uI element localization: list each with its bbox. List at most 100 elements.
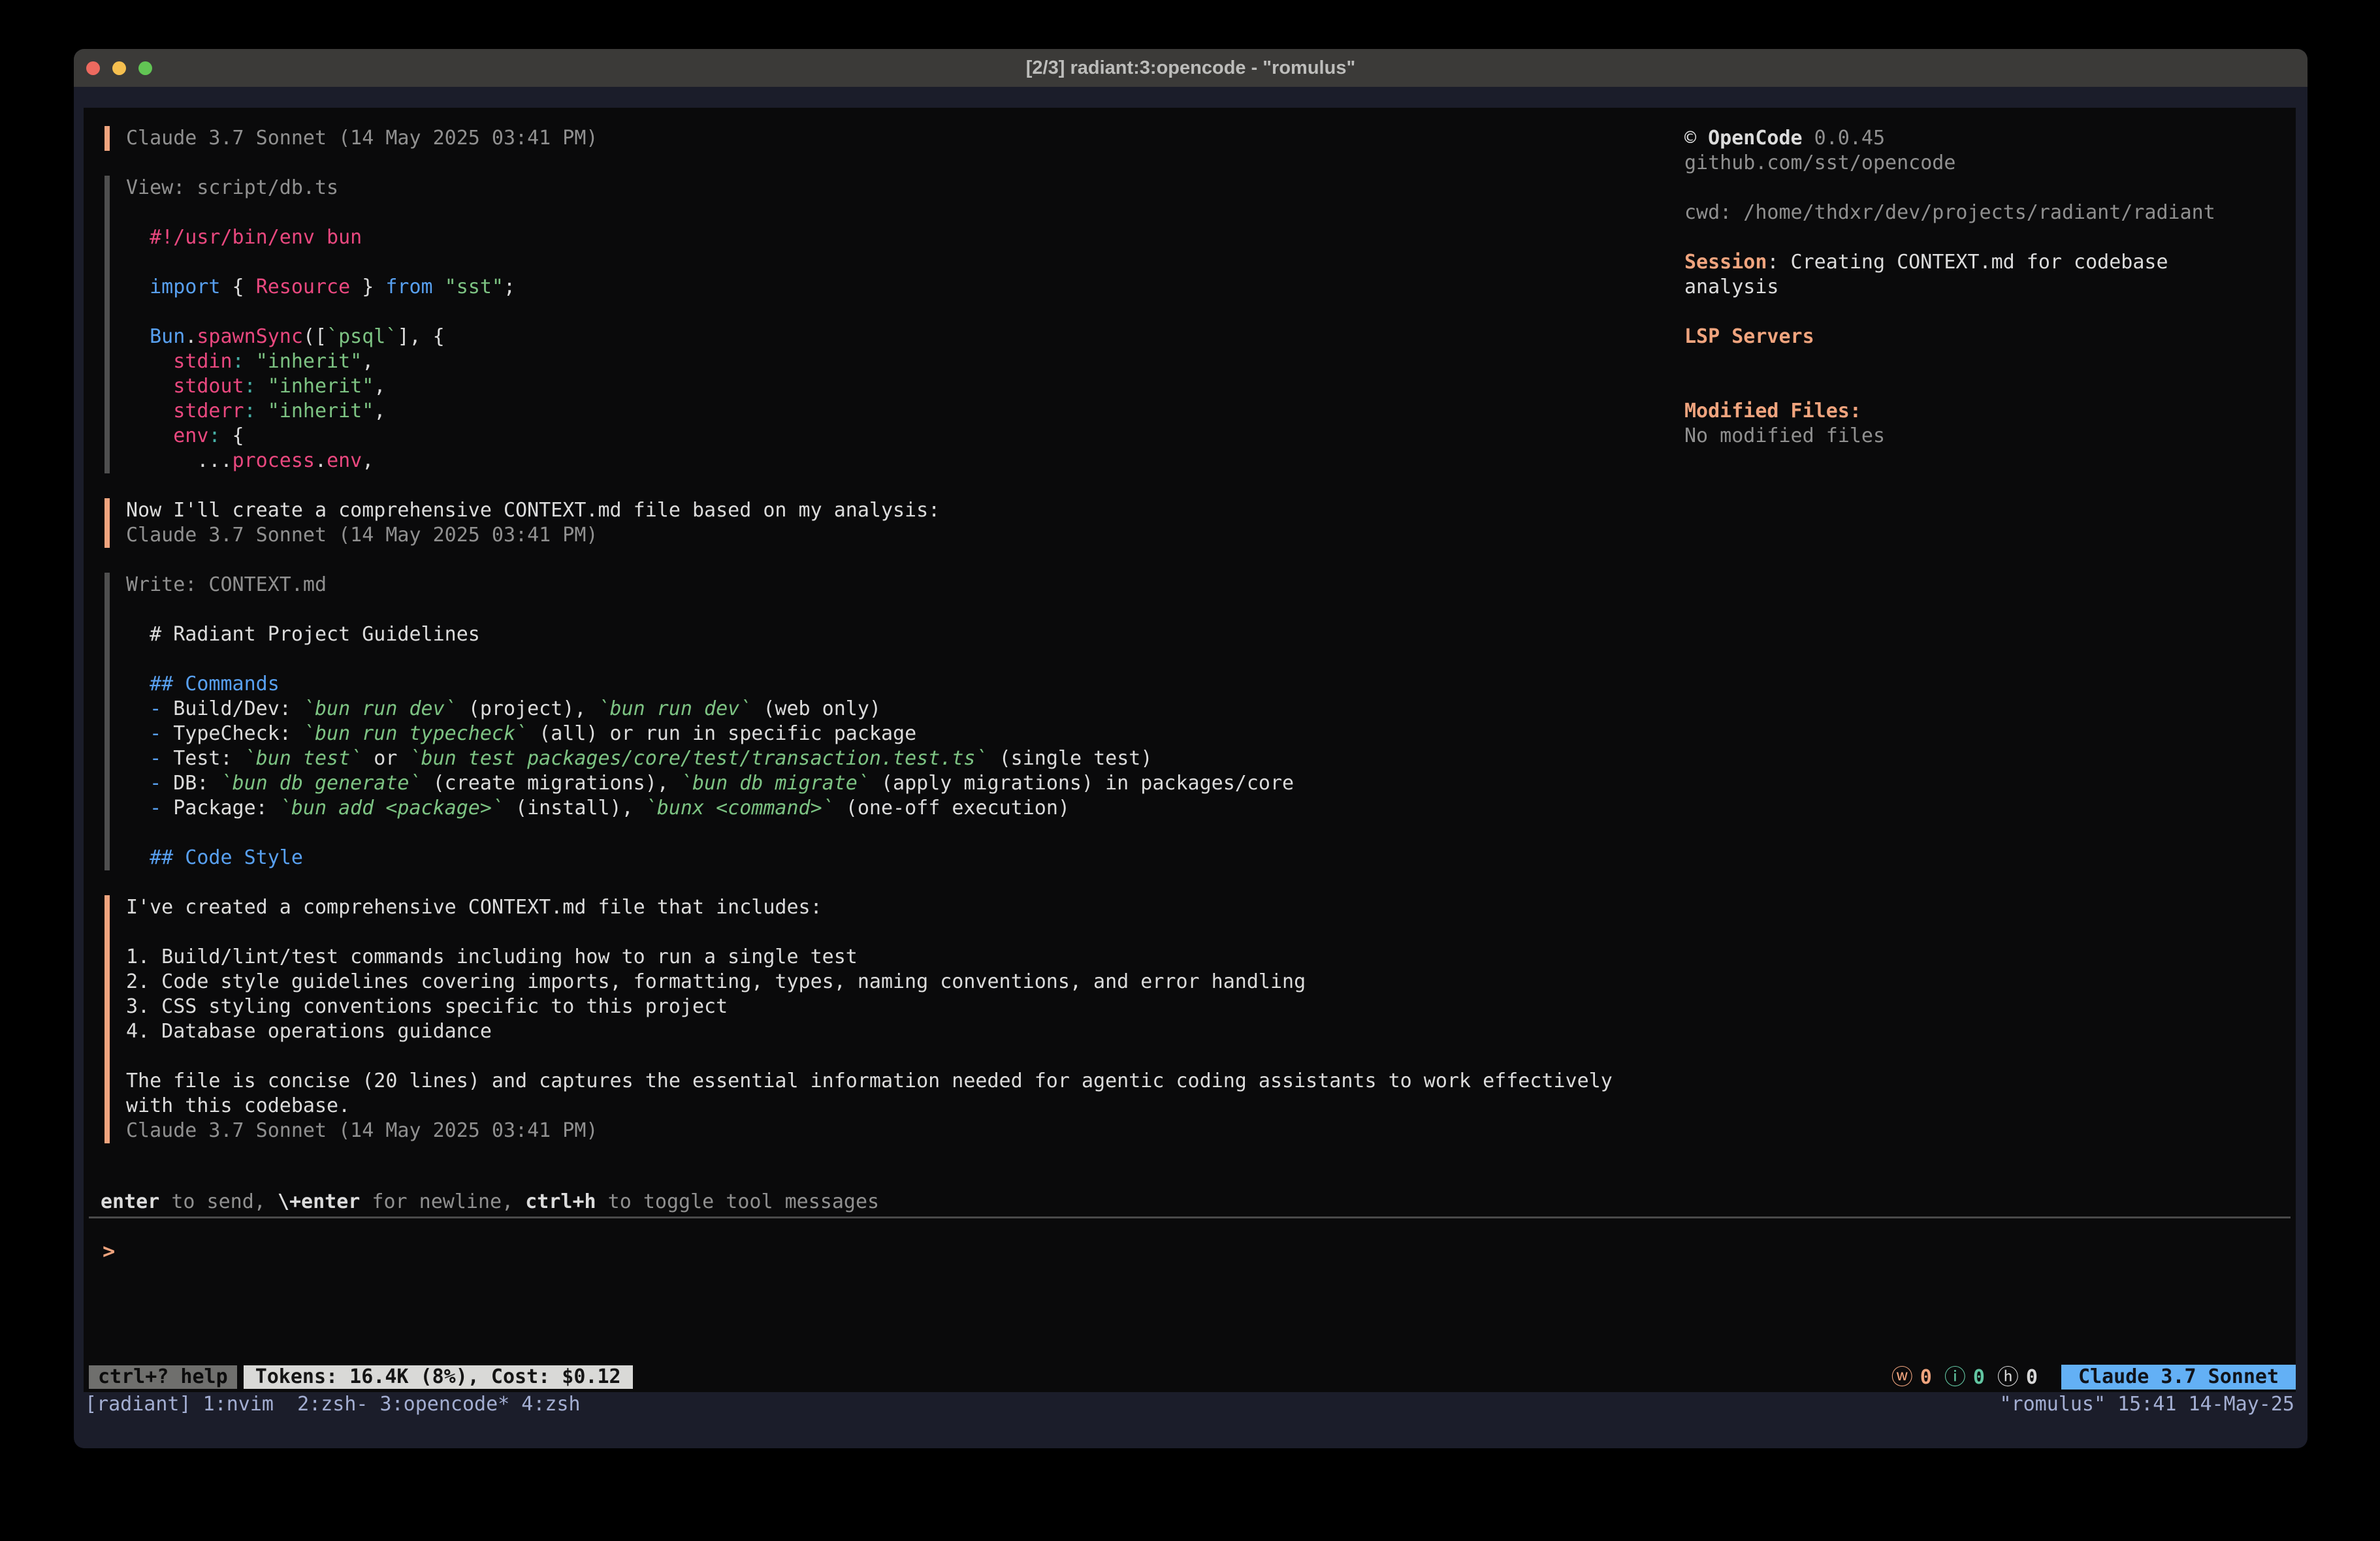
text-segment — [126, 673, 150, 695]
terminal-window: [2/3] radiant:3:opencode - "romulus" Cla… — [74, 49, 2308, 1448]
text-segment: The file is concise (20 lines) and captu… — [126, 1070, 1613, 1092]
text-segment: - — [150, 772, 161, 795]
text-segment: `psql` — [327, 325, 397, 348]
tmux-host-clock: "romulus" 15:41 14-May-25 — [1999, 1392, 2294, 1417]
window-titlebar: [2/3] radiant:3:opencode - "romulus" — [74, 49, 2308, 87]
transcript-line — [126, 597, 1294, 622]
text-segment: 4. Database operations guidance — [126, 1020, 492, 1043]
transcript-line: env: { — [126, 424, 515, 449]
transcript-line: Bun.spawnSync([`psql`], { — [126, 325, 515, 349]
transcript-line: stdout: "inherit", — [126, 374, 515, 399]
text-segment: # Radiant Project Guidelines — [126, 623, 480, 646]
sidebar-line: LSP Servers — [1684, 325, 2296, 349]
minimize-button[interactable] — [112, 61, 126, 75]
text-segment: (apply migrations) in packages/core — [869, 772, 1294, 795]
text-segment: Build/Dev: — [161, 697, 303, 720]
text-segment: stderr — [173, 400, 244, 422]
text-segment: 3. CSS styling conventions specific to t… — [126, 995, 728, 1018]
text-segment — [126, 400, 173, 422]
message-content: Now I'll create a comprehensive CONTEXT.… — [126, 498, 940, 548]
text-segment: `bun run dev` — [598, 697, 752, 720]
text-segment: "inherit" — [268, 375, 374, 398]
transcript-line — [126, 200, 515, 225]
text-segment: cwd: /home/thdxr/dev/projects/radiant/ra… — [1684, 201, 2215, 224]
transcript-line: - TypeCheck: `bun run typecheck` (all) o… — [126, 722, 1294, 746]
close-button[interactable] — [86, 61, 100, 75]
text-segment: Package: — [161, 797, 280, 819]
text-segment: Claude 3.7 Sonnet (14 May 2025 03:41 PM) — [126, 127, 598, 150]
text-segment: Claude 3.7 Sonnet (14 May 2025 03:41 PM) — [126, 524, 598, 547]
text-segment — [126, 697, 150, 720]
text-segment — [126, 846, 150, 869]
text-segment: #!/usr/bin/env bun — [126, 226, 362, 249]
text-segment: . — [185, 325, 197, 348]
message-accent-bar — [105, 126, 110, 151]
text-segment: stdin — [173, 350, 232, 373]
transcript-line: 4. Database operations guidance — [126, 1019, 1613, 1044]
prompt-input[interactable]: > — [103, 1239, 115, 1263]
transcript-line: - Build/Dev: `bun run dev` (project), `b… — [126, 697, 1294, 722]
text-segment: Session — [1684, 251, 1767, 274]
text-segment: enter — [101, 1190, 159, 1213]
text-segment: TypeCheck: — [161, 722, 303, 745]
text-segment: (all) or run in specific package — [527, 722, 916, 745]
text-segment: `bun test` — [244, 747, 362, 770]
text-segment — [126, 747, 150, 770]
text-segment: (one-off execution) — [834, 797, 1070, 819]
assistant-message-block: Now I'll create a comprehensive CONTEXT.… — [105, 498, 1684, 548]
text-segment: . — [315, 449, 327, 472]
tmux-windows-list: [radiant] 1:nvim 2:zsh- 3:opencode* 4:zs… — [85, 1392, 581, 1417]
transcript-line: Claude 3.7 Sonnet (14 May 2025 03:41 PM) — [126, 1119, 1613, 1143]
transcript-line: stderr: "inherit", — [126, 399, 515, 424]
text-segment: { — [221, 424, 244, 447]
text-segment: : — [208, 424, 220, 447]
transcript-line: 2. Code style guidelines covering import… — [126, 970, 1613, 994]
text-segment: - — [150, 722, 161, 745]
transcript-line: - Package: `bun add <package>` (install)… — [126, 796, 1294, 821]
transcript-line: - DB: `bun db generate` (create migratio… — [126, 771, 1294, 796]
text-segment: - — [150, 747, 161, 770]
assistant-summary-block: I've created a comprehensive CONTEXT.md … — [105, 895, 1684, 1143]
transcript-line — [126, 821, 1294, 846]
text-segment — [126, 350, 173, 373]
text-segment: No modified files — [1684, 424, 1885, 447]
text-segment: ## Code Style — [150, 846, 303, 869]
sidebar-line: Modified Files: — [1684, 399, 2296, 424]
tool-view-block: View: script/db.ts #!/usr/bin/env bun im… — [105, 176, 1684, 473]
keybinding-hint: enter to send, \+enter for newline, ctrl… — [101, 1190, 879, 1215]
text-segment: (install), — [504, 797, 645, 819]
transcript-line: with this codebase. — [126, 1094, 1613, 1119]
assistant-header-block: Claude 3.7 Sonnet (14 May 2025 03:41 PM) — [105, 126, 1684, 151]
text-segment: I've created a comprehensive CONTEXT.md … — [126, 896, 822, 919]
sidebar-line — [1684, 300, 2296, 325]
text-segment: (single test) — [988, 747, 1153, 770]
text-segment — [256, 375, 268, 398]
text-segment: import — [150, 276, 220, 298]
text-segment: DB: — [161, 772, 220, 795]
zoom-button[interactable] — [138, 61, 152, 75]
message-accent-bar — [105, 895, 110, 1143]
message-accent-bar — [105, 573, 110, 870]
message-accent-bar — [105, 498, 110, 548]
transcript-line: I've created a comprehensive CONTEXT.md … — [126, 895, 1613, 920]
sidebar-line — [1684, 176, 2296, 200]
text-segment: from — [385, 276, 432, 298]
transcript-line — [126, 647, 1294, 672]
text-segment: Now I'll create a comprehensive CONTEXT.… — [126, 499, 940, 522]
transcript-line: Claude 3.7 Sonnet (14 May 2025 03:41 PM) — [126, 126, 598, 151]
text-segment: 0.0.45 — [1803, 127, 1885, 150]
model-badge: Claude 3.7 Sonnet — [2061, 1365, 2296, 1390]
traffic-lights — [86, 49, 152, 87]
text-segment — [126, 722, 150, 745]
text-segment: (web only) — [751, 697, 881, 720]
text-segment: , — [362, 350, 374, 373]
text-segment: `bun run dev` — [303, 697, 457, 720]
sidebar-line: cwd: /home/thdxr/dev/projects/radiant/ra… — [1684, 200, 2296, 225]
status-bar: ctrl+? help Tokens: 16.4K (8%), Cost: $0… — [89, 1365, 2296, 1390]
transcript-line — [126, 920, 1613, 945]
circled-w-warning-icon: ⓦ — [1891, 1365, 1913, 1390]
text-segment: : — [233, 350, 244, 373]
text-segment: LSP Servers — [1684, 325, 1814, 348]
transcript-line: Now I'll create a comprehensive CONTEXT.… — [126, 498, 940, 523]
text-segment: `bun run typecheck` — [303, 722, 527, 745]
